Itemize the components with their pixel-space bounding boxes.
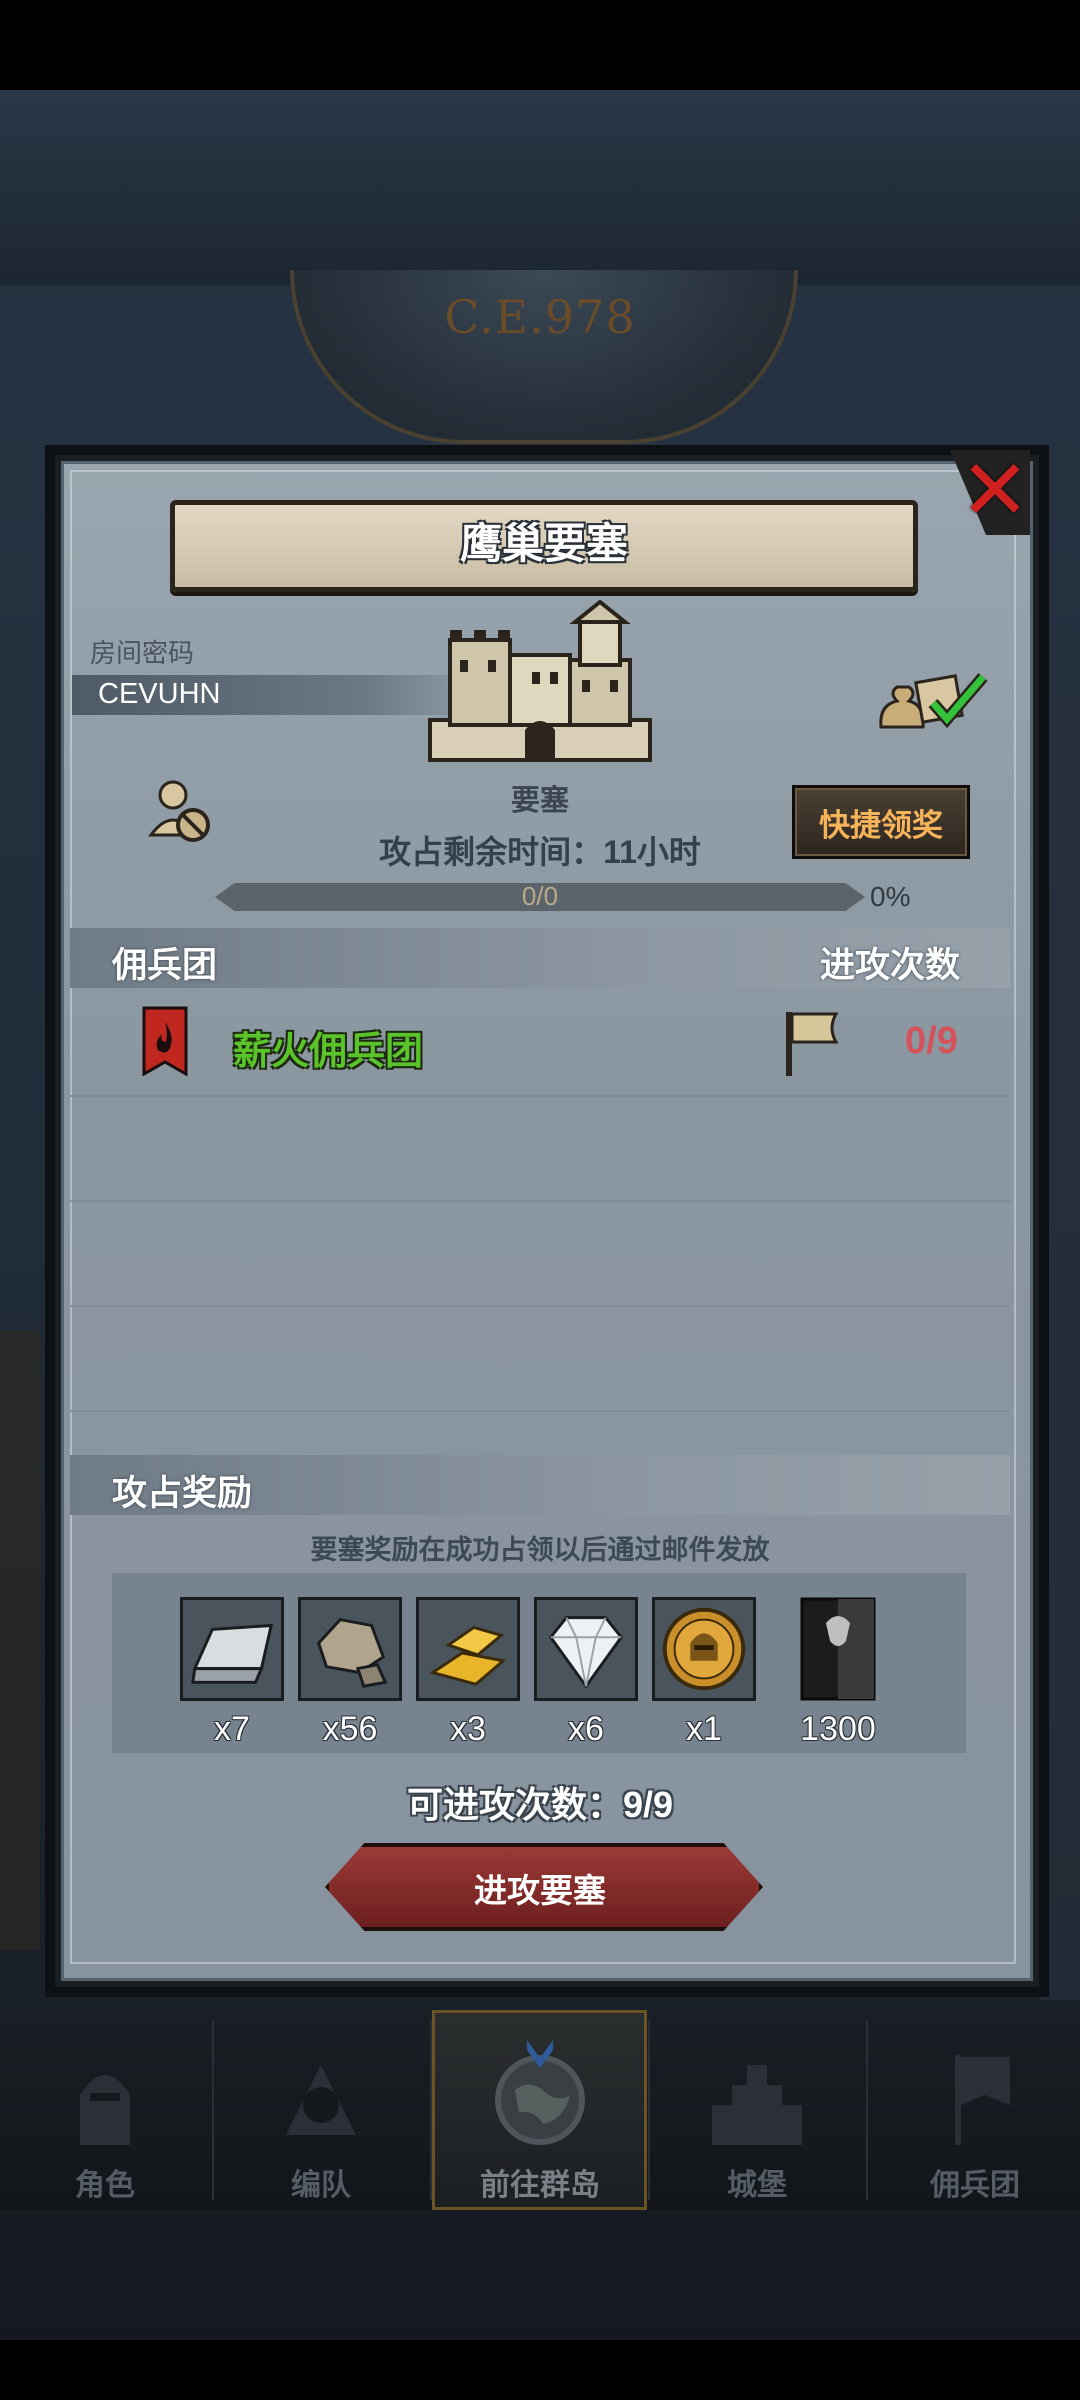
fortress-icon — [428, 600, 652, 762]
silver-ingot-icon — [191, 1623, 274, 1684]
reward-count: x1 — [686, 1710, 722, 1748]
nav-separator — [866, 2020, 868, 2200]
globe-icon — [495, 2040, 585, 2145]
row-divider — [70, 1410, 1010, 1412]
no-member-icon[interactable] — [145, 775, 215, 845]
attack-count-column-header: 进攻次数 — [820, 946, 961, 985]
row-divider — [70, 1095, 1010, 1097]
knight-icon — [80, 2075, 130, 2145]
reward-count: x6 — [568, 1710, 604, 1748]
nav-separator — [648, 2020, 650, 2200]
nav-label: 城堡 — [727, 2169, 787, 2202]
knight-medal-icon — [662, 1607, 746, 1691]
nav-tab-character[interactable]: 角色 — [0, 2010, 210, 2210]
top-band — [0, 90, 1080, 285]
reward-count: x56 — [322, 1710, 378, 1748]
mercenary-icon — [955, 2055, 1010, 2145]
mercenary-name[interactable]: 薪火佣兵团 — [233, 1020, 423, 1075]
reward-count: x7 — [214, 1710, 250, 1748]
reward-claimed-icon — [879, 673, 988, 729]
room-password-value: CEVUHN — [98, 678, 221, 710]
building-type-label: 要塞 — [510, 785, 569, 817]
nav-label: 佣兵团 — [930, 2169, 1020, 2202]
guild-flame-banner-icon — [142, 1006, 188, 1076]
reward-slot[interactable] — [798, 1597, 878, 1701]
background-right-edge — [1040, 700, 1080, 2000]
close-icon[interactable]: ✕ — [955, 448, 1035, 532]
mercenary-column-header: 佣兵团 — [112, 946, 218, 985]
nav-label: 前往群岛 — [480, 2169, 600, 2202]
capture-progress-text: 0/0 — [521, 881, 559, 911]
row-divider — [70, 1305, 1010, 1307]
quick-claim-label[interactable]: 快捷领奖 — [792, 800, 970, 845]
reward-count: 1300 — [800, 1710, 876, 1748]
nav-separator — [212, 2020, 214, 2200]
reward-slot[interactable] — [416, 1597, 520, 1701]
background-left-edge — [0, 1330, 40, 1950]
era-label: C.E.978 — [444, 290, 636, 344]
reward-slot[interactable] — [298, 1597, 402, 1701]
gold-bars-icon — [429, 1625, 507, 1686]
capture-progress-percent: 0% — [870, 881, 911, 912]
rewards-header: 攻占奖励 — [112, 1474, 253, 1513]
nav-separator — [430, 2020, 432, 2200]
guild-banner-icon — [800, 1597, 876, 1701]
nav-label: 编队 — [291, 2169, 351, 2202]
time-remaining: 攻占剩余时间：11小时 — [379, 834, 701, 870]
nav-tab-castle[interactable]: 城堡 — [652, 2010, 862, 2210]
remaining-attempts: 可进攻次数：9/9 — [406, 1784, 674, 1825]
room-password-label: 房间密码 — [90, 638, 195, 668]
stone-ore-icon — [316, 1618, 388, 1688]
nav-tab-islands[interactable]: 前往群岛 — [435, 2010, 645, 2210]
formation-icon — [286, 2065, 356, 2135]
reward-slot[interactable] — [534, 1597, 638, 1701]
row-divider — [70, 1200, 1010, 1202]
nav-tab-formation[interactable]: 编队 — [216, 2010, 426, 2210]
castle-icon — [712, 2065, 802, 2145]
flag-icon — [786, 1012, 839, 1076]
nav-label: 角色 — [75, 2169, 135, 2202]
reward-slot[interactable] — [180, 1597, 284, 1701]
dialog-title: 鹰巢要塞 — [459, 520, 628, 567]
mercenary-attack-count: 0/9 — [905, 1020, 958, 1062]
diamond-icon — [548, 1616, 624, 1689]
nav-tab-mercenary[interactable]: 佣兵团 — [870, 2010, 1080, 2210]
reward-slot[interactable] — [652, 1597, 756, 1701]
rewards-note: 要塞奖励在成功占领以后通过邮件发放 — [310, 1535, 770, 1565]
reward-count: x3 — [450, 1710, 486, 1748]
attack-fortress-label[interactable]: 进攻要塞 — [325, 1864, 755, 1912]
